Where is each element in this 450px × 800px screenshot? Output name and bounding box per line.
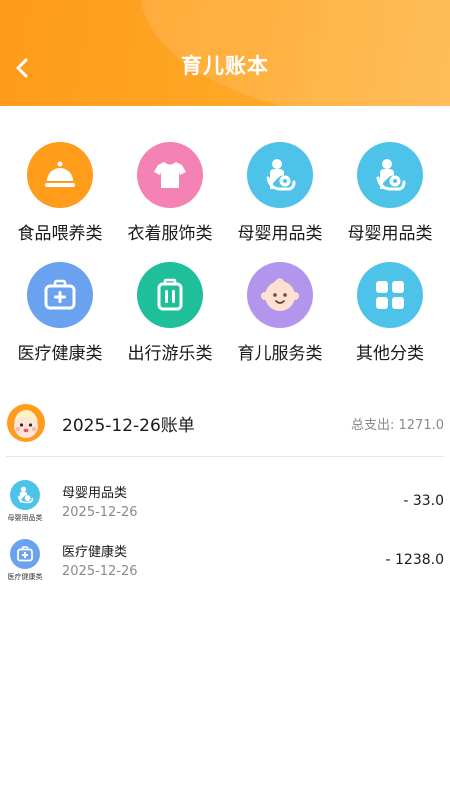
medical-kit-icon bbox=[44, 279, 76, 310]
category-travel[interactable]: 出行游乐类 bbox=[115, 262, 225, 364]
record-category: 母婴用品类 bbox=[62, 486, 128, 501]
luggage-icon bbox=[157, 278, 183, 311]
record-date: 2025-12-26 bbox=[62, 505, 138, 520]
category-clothing[interactable]: 衣着服饰类 bbox=[115, 142, 225, 244]
category-icon-circle bbox=[247, 142, 313, 208]
record-amount: - 33.0 bbox=[403, 493, 444, 509]
app-header: 育儿账本 bbox=[0, 0, 450, 106]
category-label: 母婴用品类 bbox=[347, 224, 433, 244]
medical-kit-icon bbox=[17, 546, 33, 562]
category-icon-circle bbox=[137, 262, 203, 328]
grid-apps-icon bbox=[376, 281, 404, 309]
category-icon-circle bbox=[247, 262, 313, 328]
record-icon-label: 母婴用品类 bbox=[7, 514, 43, 522]
food-cloche-icon bbox=[45, 161, 75, 187]
category-icon-circle bbox=[27, 142, 93, 208]
bill-total: 总支出: 1271.0 bbox=[351, 418, 444, 433]
record-amount: - 1238.0 bbox=[385, 552, 445, 568]
tshirt-icon bbox=[154, 162, 186, 188]
category-grid: 食品喂养类 衣着服饰类 母婴用品类 母婴用品类 医疗健康类 出行游乐类 育儿服务… bbox=[0, 142, 450, 364]
category-icon-circle bbox=[137, 142, 203, 208]
category-label: 衣着服饰类 bbox=[127, 224, 213, 244]
record-date: 2025-12-26 bbox=[62, 564, 138, 579]
divider bbox=[6, 456, 444, 457]
category-mother-baby[interactable]: 母婴用品类 bbox=[225, 142, 335, 244]
expense-record[interactable]: 母婴用品类 母婴用品类 2025-12-26 - 33.0 bbox=[0, 480, 450, 536]
category-label: 其他分类 bbox=[356, 344, 424, 364]
baby-avatar-icon bbox=[7, 404, 45, 442]
category-label: 出行游乐类 bbox=[127, 344, 213, 364]
mother-baby-icon bbox=[266, 159, 296, 191]
category-label: 食品喂养类 bbox=[17, 224, 103, 244]
category-icon-circle bbox=[357, 142, 423, 208]
category-baby-service[interactable]: 育儿服务类 bbox=[225, 262, 335, 364]
record-icon-circle bbox=[10, 480, 40, 510]
record-icon-label: 医疗健康类 bbox=[7, 573, 43, 581]
baby-face-icon bbox=[261, 278, 299, 311]
category-label: 母婴用品类 bbox=[237, 224, 323, 244]
record-icon-circle bbox=[10, 539, 40, 569]
category-icon-circle bbox=[357, 262, 423, 328]
category-label: 育儿服务类 bbox=[237, 344, 323, 364]
bill-header[interactable]: 2025-12-26账单 总支出: 1271.0 bbox=[0, 400, 450, 446]
bill-date-title: 2025-12-26账单 bbox=[62, 416, 195, 436]
expense-record[interactable]: 医疗健康类 医疗健康类 2025-12-26 - 1238.0 bbox=[0, 539, 450, 595]
mother-baby-icon bbox=[17, 486, 34, 504]
category-food[interactable]: 食品喂养类 bbox=[5, 142, 115, 244]
mother-baby-icon bbox=[376, 159, 406, 191]
page-title: 育儿账本 bbox=[181, 54, 269, 78]
category-medical[interactable]: 医疗健康类 bbox=[5, 262, 115, 364]
category-mother-baby-2[interactable]: 母婴用品类 bbox=[335, 142, 445, 244]
record-category: 医疗健康类 bbox=[62, 545, 128, 560]
category-label: 医疗健康类 bbox=[17, 344, 103, 364]
category-other[interactable]: 其他分类 bbox=[335, 262, 445, 364]
category-icon-circle bbox=[27, 262, 93, 328]
